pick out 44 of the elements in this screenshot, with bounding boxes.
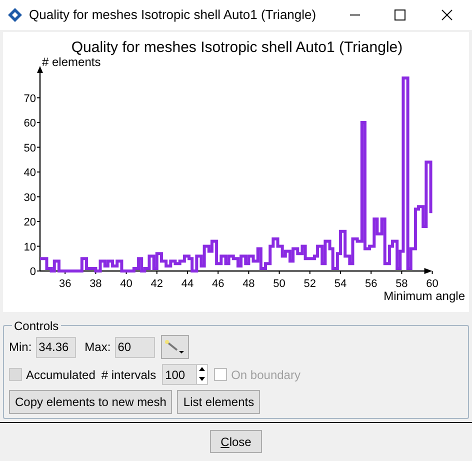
x-tick-label: 60: [426, 278, 438, 290]
close-icon[interactable]: [441, 9, 453, 21]
spin-up-icon[interactable]: [197, 365, 208, 374]
chart-title: Quality for meshes Isotropic shell Auto1 (Triangle): [71, 39, 403, 56]
spin-down-icon[interactable]: [197, 374, 208, 383]
close-button[interactable]: Close: [210, 430, 262, 453]
y-tick-label: 30: [24, 192, 36, 204]
wand-dropdown-button[interactable]: [160, 335, 189, 359]
x-tick-label: 50: [273, 278, 286, 290]
y-tick-label: 50: [24, 142, 36, 154]
y-axis-label: # elements: [42, 55, 101, 69]
y-tick-label: 60: [24, 118, 36, 130]
max-field: 60: [114, 336, 155, 358]
x-tick-label: 52: [304, 278, 316, 290]
y-tick-label: 10: [24, 241, 36, 254]
y-tick-label: 70: [24, 92, 36, 105]
min-field: 34.36: [36, 336, 76, 358]
maximize-icon[interactable]: [394, 9, 406, 21]
x-tick-label: 58: [396, 278, 408, 290]
max-label: Max:: [84, 339, 111, 356]
magic-wand-icon: [164, 339, 186, 355]
intervals-spinbox[interactable]: 100: [162, 364, 208, 385]
x-tick-label: 56: [364, 278, 378, 290]
x-tick-label: 46: [212, 278, 224, 290]
x-tick-label: 48: [242, 278, 255, 290]
x-tick-label: 40: [120, 278, 132, 290]
action-button[interactable]: Copy elements to new mesh: [9, 390, 172, 414]
action-button[interactable]: List elements: [177, 390, 260, 414]
checkbox-label: Accumulated: [26, 366, 96, 384]
y-tick-label: 20: [24, 216, 36, 228]
x-tick-label: 54: [334, 278, 347, 290]
intervals-label: # intervals: [101, 366, 156, 384]
x-tick-label: 44: [181, 278, 194, 290]
app-logo-icon: [7, 7, 23, 23]
checkbox[interactable]: [9, 368, 22, 381]
x-axis-label: Minimum angle: [384, 289, 465, 303]
min-label: Min:: [9, 339, 32, 356]
x-tick-label: 36: [58, 278, 72, 290]
checkbox-label: On boundary: [231, 366, 300, 384]
y-tick-label: 40: [24, 167, 36, 179]
x-tick-label: 38: [90, 278, 102, 290]
y-tick-label: 0: [30, 266, 36, 278]
window-title: Quality for meshes Isotropic shell Auto1 (Triangle): [29, 6, 316, 24]
x-tick-label: 42: [150, 278, 164, 290]
